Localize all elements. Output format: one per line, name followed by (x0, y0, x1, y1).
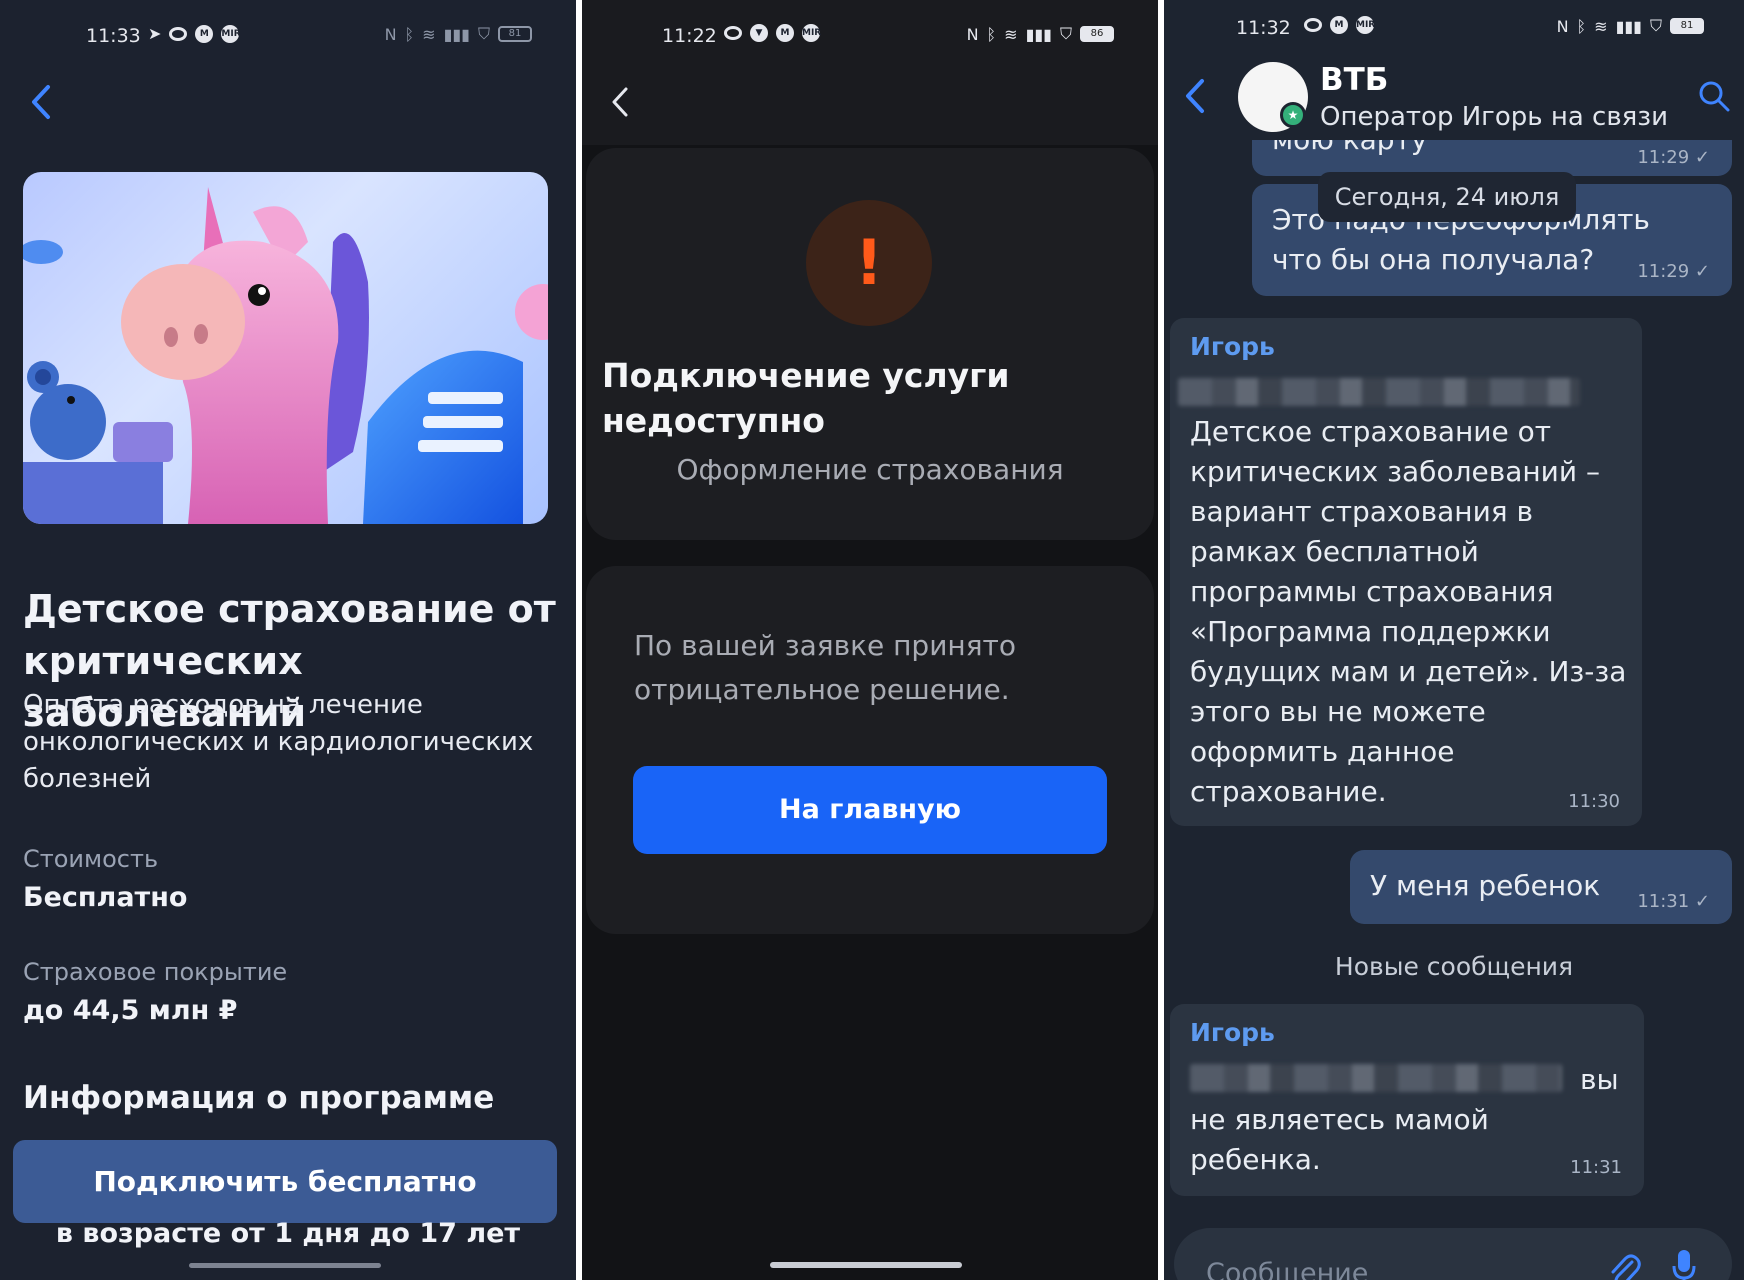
status-notification-icons: ▼ M MIR (724, 24, 821, 42)
app-badge-icon: M (776, 24, 794, 42)
date-separator: Сегодня, 24 июля (1318, 172, 1576, 222)
message-outgoing[interactable]: У меня ребенок 11:31 ✓ (1350, 850, 1732, 924)
age-range-text: в возрасте от 1 дня до 17 лет (55, 1218, 521, 1249)
redacted-text (1190, 1064, 1562, 1092)
back-arrow-icon[interactable] (1184, 78, 1206, 114)
message-text-tail: вы (1580, 1063, 1619, 1096)
signal-icon: ▮▮▮ (1025, 24, 1052, 44)
chat-status: Оператор Игорь на связи (1320, 102, 1669, 132)
connect-free-button[interactable]: Подключить бесплатно (13, 1140, 557, 1223)
support-chat-screen: 11:32 M MIR N ᛒ ≋ ▮▮▮ ⛉ 81 ★ ВТБ Операто… (1164, 0, 1744, 1280)
page-subtitle: Оформление страхования (676, 453, 1064, 486)
message-text: не являетесь мамой ребенка. (1190, 1103, 1489, 1176)
wifi-icon: ≋ (1004, 24, 1018, 44)
battery-icon: 81 (498, 26, 532, 42)
app-ring-icon (724, 26, 742, 40)
search-icon[interactable] (1698, 80, 1730, 116)
nfc-icon: N (384, 24, 397, 44)
shield-app-icon: ▼ (750, 24, 768, 42)
microphone-icon[interactable] (1672, 1248, 1696, 1280)
nfc-icon: N (966, 24, 979, 44)
home-indicator[interactable] (189, 1263, 381, 1268)
shield-icon: ⛉ (1059, 24, 1072, 43)
coverage-label: Страховое покрытие (23, 958, 288, 986)
status-bar: 11:32 M MIR N ᛒ ≋ ▮▮▮ ⛉ 81 (1164, 14, 1744, 46)
unicorn-illustration (23, 187, 548, 524)
new-messages-divider: Новые сообщения (1334, 952, 1574, 981)
app-ring-icon (169, 26, 188, 41)
paperclip-icon[interactable] (1606, 1250, 1642, 1280)
battery-icon: 81 (1670, 18, 1704, 34)
warning-icon: ! (806, 200, 932, 326)
service-unavailable-screen: 11:22 ▼ M MIR N ᛒ ≋ ▮▮▮ ⛉ 86 ! Подключен… (582, 0, 1158, 1280)
message-input[interactable]: Сообщение (1206, 1258, 1368, 1280)
cost-value: Бесплатно (23, 882, 188, 913)
wifi-icon: ≋ (1594, 16, 1608, 36)
mir-icon: MIR (221, 24, 241, 43)
insurance-offer-screen: 11:33 ➤ M MIR N ᛒ ≋ ▮▮▮ ⛉ 81 Детское стр… (0, 0, 576, 1280)
status-notification-icons: ➤ M MIR (148, 24, 241, 43)
coverage-value: до 44,5 млн ₽ (23, 995, 238, 1026)
nfc-icon: N (1556, 16, 1569, 36)
message-time: 11:29 ✓ (1637, 147, 1710, 168)
mir-icon: MIR (802, 24, 821, 42)
shield-icon: ⛉ (477, 24, 490, 43)
message-incoming[interactable]: Игорь вы не являетесь мамой ребенка. 11:… (1170, 1004, 1644, 1196)
app-ring-icon (1304, 18, 1322, 32)
home-indicator[interactable] (770, 1262, 962, 1268)
bluetooth-icon: ᛒ (1576, 16, 1587, 36)
signal-icon: ▮▮▮ (443, 24, 470, 44)
message-time: 11:29 ✓ (1637, 261, 1710, 282)
status-system-icons: N ᛒ ≋ ▮▮▮ ⛉ 81 (1557, 16, 1704, 36)
unicorn-hero-illustration (23, 172, 548, 524)
message-text: У меня ребенок (1370, 869, 1601, 902)
back-arrow-icon[interactable] (610, 86, 630, 118)
app-badge-icon: M (195, 24, 214, 43)
status-system-icons: N ᛒ ≋ ▮▮▮ ⛉ 81 (385, 24, 532, 44)
status-system-icons: N ᛒ ≋ ▮▮▮ ⛉ 86 (967, 24, 1114, 44)
message-text: Детское страхование от критических забол… (1190, 415, 1627, 808)
back-arrow-icon[interactable] (30, 84, 52, 120)
decision-message: По вашей заявке принято отрицательное ре… (634, 629, 1016, 706)
message-time: 11:31 (1570, 1157, 1622, 1178)
wifi-icon: ≋ (422, 24, 436, 44)
signal-icon: ▮▮▮ (1615, 16, 1642, 36)
go-home-button[interactable]: На главную (633, 766, 1107, 854)
message-incoming[interactable]: Игорь Детское страхование от критических… (1170, 318, 1642, 826)
status-notification-icons: M MIR (1304, 16, 1375, 34)
chat-header: 11:32 M MIR N ᛒ ≋ ▮▮▮ ⛉ 81 ★ ВТБ Операто… (1164, 0, 1744, 140)
status-card: ! Подключение услуги недоступно Оформлен… (586, 148, 1154, 540)
bluetooth-icon: ᛒ (986, 24, 997, 44)
shield-icon: ⛉ (1649, 16, 1662, 35)
battery-icon: 86 (1080, 26, 1114, 42)
status-bar: 11:22 ▼ M MIR N ᛒ ≋ ▮▮▮ ⛉ 86 (582, 22, 1158, 54)
status-time: 11:32 (1236, 17, 1291, 39)
sender-name: Игорь (1190, 332, 1275, 361)
redacted-text (1178, 378, 1580, 406)
chat-name[interactable]: ВТБ (1320, 62, 1388, 98)
page-title: Подключение услуги недоступно (602, 356, 1010, 440)
mir-icon: MIR (1356, 16, 1375, 34)
message-time: 11:30 (1568, 791, 1620, 812)
sender-name: Игорь (1190, 1018, 1275, 1047)
program-info-heading: Информация о программе (23, 1080, 495, 1116)
bluetooth-icon: ᛒ (404, 24, 415, 44)
page-subtitle: Оплата расходов на лечение онкологически… (23, 690, 534, 794)
status-bar: 11:33 ➤ M MIR N ᛒ ≋ ▮▮▮ ⛉ 81 (0, 22, 576, 54)
status-time: 11:33 (86, 25, 141, 47)
message-composer[interactable]: Сообщение (1174, 1228, 1732, 1280)
message-time: 11:31 ✓ (1637, 891, 1710, 912)
online-status-icon: ★ (1280, 102, 1306, 128)
app-badge-icon: M (1330, 16, 1348, 34)
telegram-icon: ➤ (148, 24, 162, 43)
cost-label: Стоимость (23, 845, 159, 873)
decision-card: По вашей заявке принято отрицательное ре… (586, 566, 1154, 934)
status-time: 11:22 (662, 25, 717, 47)
